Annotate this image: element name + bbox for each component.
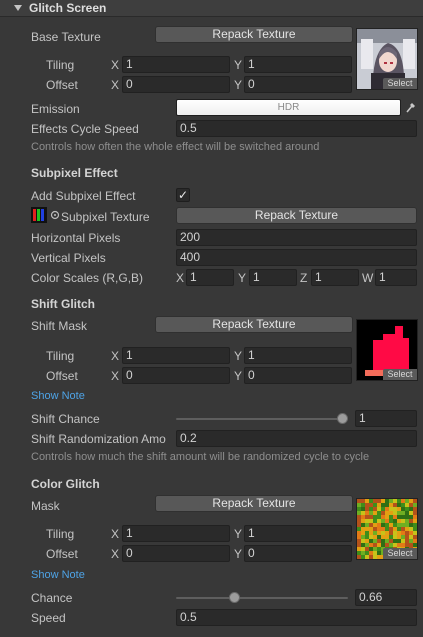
color-scale-x-field[interactable]: 1 (186, 269, 234, 286)
color-offset-y-field[interactable]: 0 (244, 545, 352, 562)
shift-chance-slider-track[interactable] (176, 418, 348, 420)
emission-label: Emission (31, 102, 80, 116)
shift-mask-thumbnail[interactable]: Select (356, 319, 418, 381)
color-tiling-label: Tiling (46, 527, 75, 541)
shift-offset-x-field[interactable]: 0 (122, 367, 230, 384)
shift-chance-field[interactable]: 1 (355, 410, 417, 427)
eyedropper-icon[interactable] (404, 100, 417, 114)
component-header[interactable]: Glitch Screen (0, 0, 423, 17)
color-mask-repack-button[interactable]: Repack Texture (155, 495, 353, 512)
color-scale-z-field[interactable]: 1 (311, 269, 359, 286)
axis-x-label: X (111, 58, 120, 72)
color-show-note-link[interactable]: Show Note (31, 568, 85, 582)
color-scale-y-field[interactable]: 1 (249, 269, 297, 286)
color-chance-label: Chance (31, 591, 73, 605)
color-speed-label: Speed (31, 611, 66, 625)
subpixel-repack-button[interactable]: Repack Texture (176, 207, 417, 224)
rgb-subpixel-texture-icon[interactable] (31, 207, 47, 223)
color-mask-select-button[interactable]: Select (383, 548, 417, 559)
shift-randomization-label: Shift Randomization Amo (31, 432, 166, 446)
color-chance-slider-handle[interactable] (229, 592, 241, 603)
vertical-pixels-field[interactable]: 400 (176, 249, 417, 266)
color-tiling-x-field[interactable]: 1 (122, 525, 230, 542)
axis-x-label: X (111, 78, 120, 92)
axis-x-label: X (111, 527, 120, 541)
color-chance-slider-track[interactable] (176, 597, 348, 599)
shift-randomization-hint: Controls how much the shift amount will … (31, 451, 370, 463)
axis-y-label: Y (234, 349, 243, 363)
shift-section-title: Shift Glitch (31, 297, 95, 311)
axis-w-label: W (362, 271, 374, 285)
color-speed-field[interactable]: 0.5 (176, 609, 417, 626)
base-tiling-label: Tiling (46, 58, 75, 72)
color-offset-x-field[interactable]: 0 (122, 545, 230, 562)
color-scale-w-field[interactable]: 1 (375, 269, 417, 286)
base-offset-y-field[interactable]: 0 (244, 76, 352, 93)
shift-chance-label: Shift Chance (31, 412, 100, 426)
axis-z-label: Z (300, 271, 308, 285)
emission-color-field[interactable]: HDR (176, 99, 401, 116)
shift-mask-label: Shift Mask (31, 319, 88, 333)
base-offset-label: Offset (46, 78, 78, 92)
axis-x-label: X (111, 547, 120, 561)
shift-randomization-field[interactable]: 0.2 (176, 430, 417, 447)
shift-mask-repack-button[interactable]: Repack Texture (155, 316, 353, 333)
axis-x-label: X (111, 349, 120, 363)
color-scales-label: Color Scales (R,G,B) (31, 271, 144, 285)
shift-mask-select-button[interactable]: Select (383, 369, 417, 380)
axis-y-label: Y (234, 58, 243, 72)
shift-tiling-y-field[interactable]: 1 (244, 347, 352, 364)
shift-show-note-link[interactable]: Show Note (31, 389, 85, 403)
subpixel-section-title: Subpixel Effect (31, 166, 118, 180)
base-texture-select-button[interactable]: Select (383, 78, 417, 89)
shift-chance-slider-handle[interactable] (337, 413, 348, 424)
foldout-arrow-icon[interactable] (14, 5, 22, 11)
object-picker-icon[interactable] (50, 210, 60, 220)
base-texture-label: Base Texture (31, 30, 101, 44)
color-offset-label: Offset (46, 547, 78, 561)
color-mask-thumbnail[interactable]: Select (356, 498, 418, 560)
base-texture-repack-button[interactable]: Repack Texture (155, 26, 353, 43)
color-section-title: Color Glitch (31, 477, 100, 491)
horizontal-pixels-label: Horizontal Pixels (31, 231, 121, 245)
base-tiling-x-field[interactable]: 1 (122, 56, 230, 73)
axis-y-label: Y (238, 271, 247, 285)
color-chance-field[interactable]: 0.66 (355, 589, 417, 606)
shift-offset-y-field[interactable]: 0 (244, 367, 352, 384)
axis-y-label: Y (234, 527, 243, 541)
axis-y-label: Y (234, 369, 243, 383)
axis-y-label: Y (234, 547, 243, 561)
vertical-pixels-label: Vertical Pixels (31, 251, 106, 265)
effects-cycle-label: Effects Cycle Speed (31, 122, 139, 136)
add-subpixel-label: Add Subpixel Effect (31, 189, 136, 203)
base-texture-thumbnail[interactable]: Select (356, 28, 418, 90)
shift-tiling-label: Tiling (46, 349, 75, 363)
shift-tiling-x-field[interactable]: 1 (122, 347, 230, 364)
add-subpixel-checkbox[interactable]: ✓ (176, 188, 190, 202)
effects-cycle-field[interactable]: 0.5 (176, 120, 417, 137)
base-offset-x-field[interactable]: 0 (122, 76, 230, 93)
axis-x-label: X (176, 271, 185, 285)
axis-y-label: Y (234, 78, 243, 92)
shift-offset-label: Offset (46, 369, 78, 383)
color-mask-label: Mask (31, 499, 60, 513)
horizontal-pixels-field[interactable]: 200 (176, 229, 417, 246)
subpixel-texture-label: Subpixel Texture (61, 210, 150, 224)
base-tiling-y-field[interactable]: 1 (244, 56, 352, 73)
effects-cycle-hint: Controls how often the whole effect will… (31, 141, 320, 153)
component-title: Glitch Screen (29, 1, 107, 15)
axis-x-label: X (111, 369, 120, 383)
color-tiling-y-field[interactable]: 1 (244, 525, 352, 542)
